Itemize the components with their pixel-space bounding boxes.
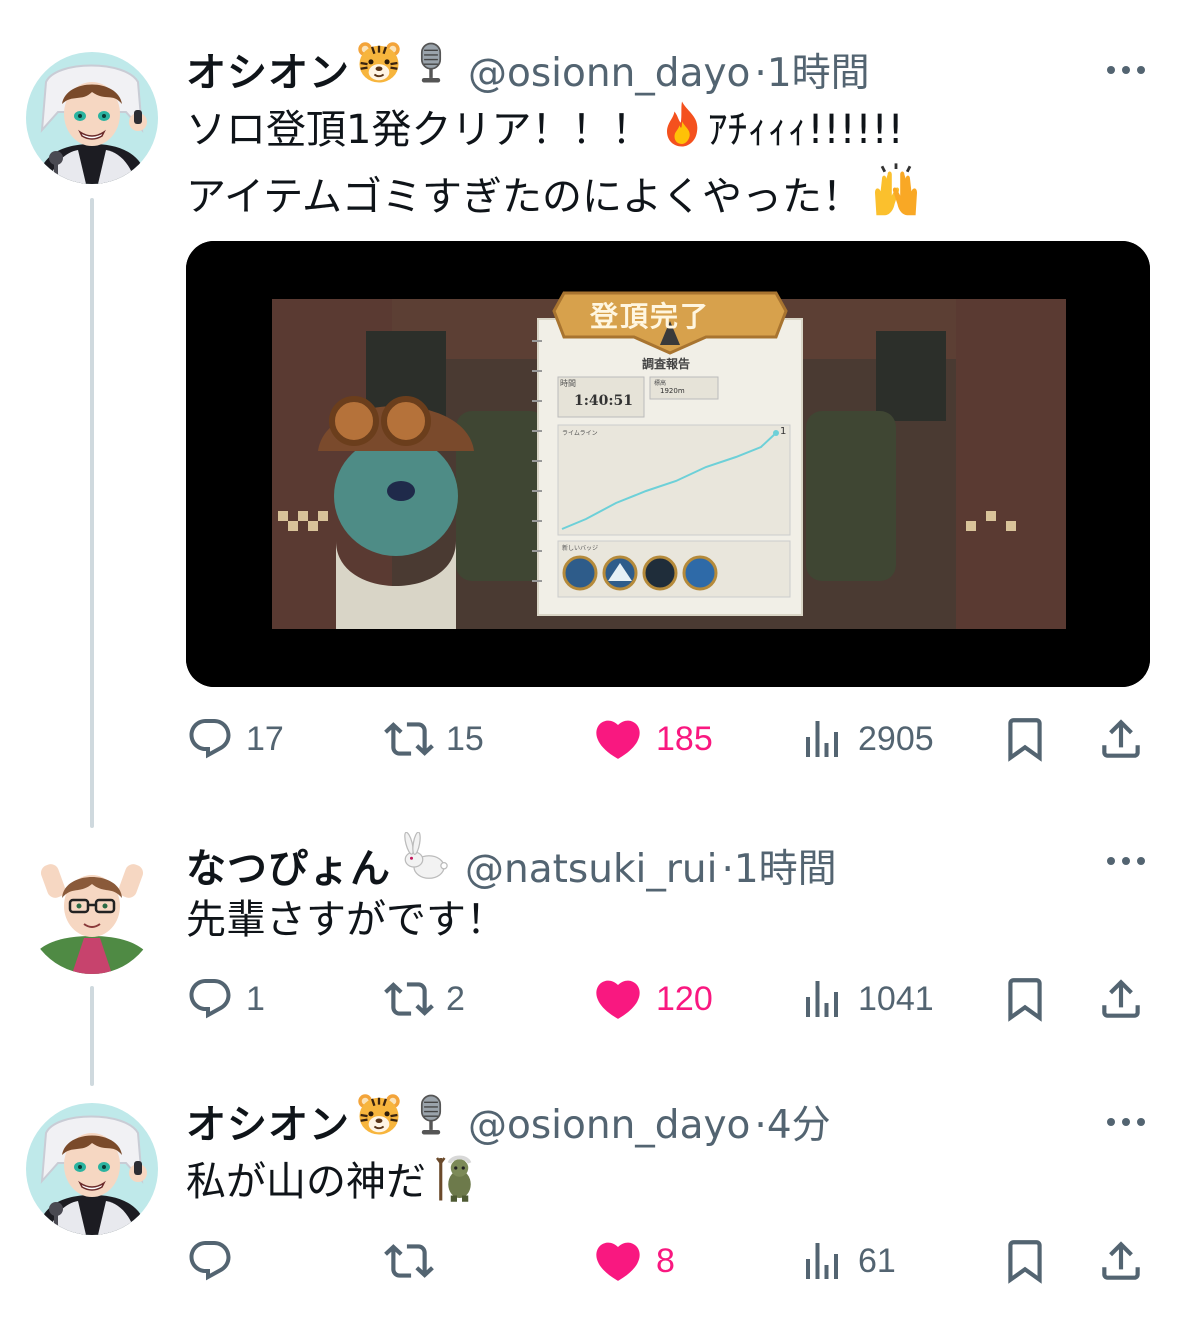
reply-icon xyxy=(186,1237,234,1285)
views-icon xyxy=(798,715,846,763)
repost-icon xyxy=(384,974,434,1024)
microphone-emoji xyxy=(408,40,454,86)
views-icon xyxy=(798,975,846,1023)
like-icon xyxy=(592,713,644,765)
rabbit-emoji xyxy=(397,832,451,882)
views-icon xyxy=(798,1237,846,1285)
handle[interactable]: @osionn_dayo xyxy=(468,51,750,96)
thread-line xyxy=(90,198,94,828)
repost-count: 15 xyxy=(446,719,484,758)
share-icon xyxy=(1096,714,1146,764)
reply-count: 17 xyxy=(246,719,284,758)
tweet-text-line: 私が山の神だ xyxy=(186,1159,426,1205)
thread-line xyxy=(90,986,94,1086)
time-label: 時間 xyxy=(560,379,576,388)
action-bar: 17 15 185 2905 xyxy=(186,714,1146,764)
repost-button[interactable] xyxy=(384,1236,446,1286)
display-name[interactable]: なつぴょん xyxy=(186,836,391,894)
bookmark-icon xyxy=(1000,974,1050,1024)
tweet-header: なつぴょん @natsuki_rui ·1時間 xyxy=(186,832,837,892)
views-button[interactable]: 2905 xyxy=(798,714,934,764)
like-count: 8 xyxy=(656,1241,675,1280)
reply-count: 1 xyxy=(246,979,265,1018)
tweet-text-line: 先輩さすがです！ xyxy=(186,897,506,943)
tweet-text-line: ｱﾁｨｨｨ!!!!!! xyxy=(707,107,904,153)
reply-icon xyxy=(186,975,234,1023)
reply-button[interactable]: 1 xyxy=(186,974,265,1024)
more-icon[interactable] xyxy=(1107,857,1145,865)
handle[interactable]: @natsuki_rui xyxy=(465,847,717,892)
reply-button[interactable]: 17 xyxy=(186,714,284,764)
microphone-emoji xyxy=(408,1092,454,1138)
repost-count: 2 xyxy=(446,979,465,1018)
handle[interactable]: @osionn_dayo xyxy=(468,1103,750,1148)
tiger-emoji xyxy=(356,40,402,86)
avatar[interactable] xyxy=(26,842,158,974)
views-button[interactable]: 61 xyxy=(798,1236,896,1286)
timestamp[interactable]: ·1時間 xyxy=(754,42,869,98)
reply-button[interactable] xyxy=(186,1236,246,1286)
chart-end-label: 1 xyxy=(780,426,787,437)
media-image[interactable]: 登頂完了 調査報告 時間 1:40:51 標高 1920m ライムライン 1 新… xyxy=(186,241,1150,687)
like-button[interactable]: 120 xyxy=(592,974,713,1024)
banner-text: 登頂完了 xyxy=(590,300,711,333)
time-value: 1:40:51 xyxy=(574,393,634,409)
more-icon[interactable] xyxy=(1107,1118,1145,1126)
like-count: 120 xyxy=(656,979,713,1018)
badges-label: 新しいバッジ xyxy=(562,545,599,552)
like-button[interactable]: 185 xyxy=(592,714,713,764)
avatar[interactable] xyxy=(26,1103,158,1235)
action-bar: 8 61 xyxy=(186,1236,1146,1286)
repost-icon xyxy=(384,1236,434,1286)
tweet-text-line: アイテムゴミすぎたのによくやった！ xyxy=(186,174,862,220)
bookmark-button[interactable] xyxy=(1000,714,1050,764)
more-icon[interactable] xyxy=(1107,66,1145,74)
views-count: 2905 xyxy=(858,719,934,758)
bookmark-button[interactable] xyxy=(1000,1236,1050,1286)
report-title: 調査報告 xyxy=(642,357,691,371)
tweet-text: ソロ登頂1発クリア！！！ ｱﾁｨｨｨ!!!!!! アイテムゴミすぎたのによくやった… xyxy=(186,98,924,229)
reply-icon xyxy=(186,715,234,763)
views-count: 61 xyxy=(858,1241,896,1280)
height-value: 1920m xyxy=(660,387,685,395)
chart-label: ライムライン xyxy=(562,430,598,437)
bookmark-button[interactable] xyxy=(1000,974,1050,1024)
views-button[interactable]: 1041 xyxy=(798,974,934,1024)
share-icon xyxy=(1096,1236,1146,1286)
display-name[interactable]: オシオン xyxy=(186,1092,350,1150)
share-icon xyxy=(1096,974,1146,1024)
tweet-text: 先輩さすがです！ xyxy=(186,888,506,952)
like-button[interactable]: 8 xyxy=(592,1236,675,1286)
fire-emoji xyxy=(657,99,707,149)
bookmark-icon xyxy=(1000,714,1050,764)
like-count: 185 xyxy=(656,719,713,758)
bookmark-icon xyxy=(1000,1236,1050,1286)
troll-emoji xyxy=(432,1151,482,1205)
share-button[interactable] xyxy=(1096,1236,1146,1286)
raising-hands-emoji xyxy=(868,162,924,218)
repost-button[interactable]: 2 xyxy=(384,974,465,1024)
share-button[interactable] xyxy=(1096,974,1146,1024)
share-button[interactable] xyxy=(1096,714,1146,764)
action-bar: 1 2 120 1041 xyxy=(186,974,1146,1024)
like-icon xyxy=(592,973,644,1025)
tweet-header: オシオン @osionn_dayo ·4分 xyxy=(186,1092,831,1152)
display-name[interactable]: オシオン xyxy=(186,40,350,98)
height-label: 標高 xyxy=(654,380,667,387)
timestamp[interactable]: ·4分 xyxy=(754,1094,830,1150)
like-icon xyxy=(592,1235,644,1287)
views-count: 1041 xyxy=(858,979,934,1018)
tiger-emoji xyxy=(356,1092,402,1138)
repost-icon xyxy=(384,714,434,764)
timestamp[interactable]: ·1時間 xyxy=(721,838,836,894)
tweet-text: 私が山の神だ xyxy=(186,1150,482,1214)
tweet-header: オシオン @osionn_dayo ·1時間 xyxy=(186,40,870,100)
repost-button[interactable]: 15 xyxy=(384,714,484,764)
tweet-text-line: ソロ登頂1発クリア！！！ xyxy=(186,107,652,153)
avatar[interactable] xyxy=(26,52,158,184)
